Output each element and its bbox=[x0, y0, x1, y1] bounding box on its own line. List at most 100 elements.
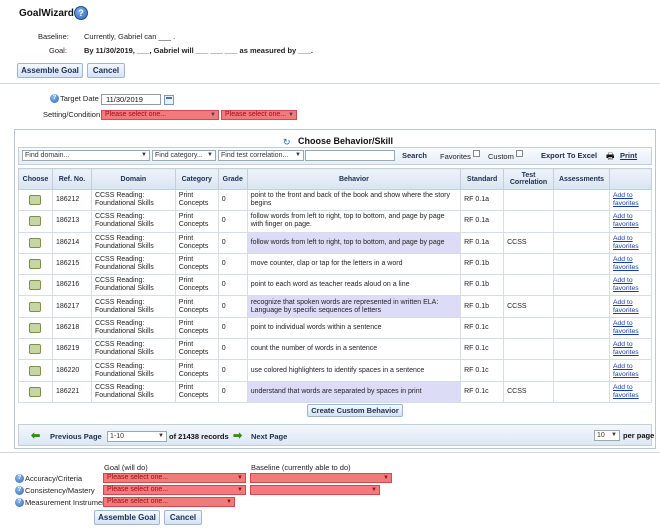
choose-hand-icon[interactable] bbox=[29, 301, 42, 312]
choose-cell[interactable] bbox=[18, 359, 53, 382]
choose-hand-icon[interactable] bbox=[29, 344, 42, 355]
add-to-favorites-link-text[interactable]: Add to favorites bbox=[613, 192, 639, 207]
column-header[interactable]: Category bbox=[174, 168, 219, 190]
column-header[interactable]: Behavior bbox=[246, 168, 462, 190]
accuracy-baseline-select[interactable]: ▼ bbox=[250, 473, 392, 483]
table-row[interactable]: 186216 CCSS Reading: Foundational Skills P… bbox=[18, 274, 653, 297]
setting-select-2[interactable]: Please select one... ▼ bbox=[221, 110, 297, 120]
ref-no-cell-text: 186216 bbox=[55, 281, 80, 289]
category-cell-text: Print Concepts bbox=[178, 383, 209, 399]
choose-hand-icon[interactable] bbox=[29, 195, 42, 206]
add-to-favorites-link[interactable]: Add to favorites bbox=[608, 316, 653, 340]
choose-cell[interactable] bbox=[18, 188, 53, 212]
custom-checkbox[interactable] bbox=[516, 150, 523, 157]
help-icon[interactable]: ? bbox=[50, 94, 59, 103]
favorites-checkbox[interactable] bbox=[473, 150, 480, 157]
table-row[interactable]: 186212 CCSS Reading: Foundational Skills P… bbox=[18, 188, 653, 212]
table-row[interactable]: 186220 CCSS Reading: Foundational Skills P… bbox=[18, 359, 653, 382]
column-header[interactable]: Ref. No. bbox=[51, 168, 92, 190]
previous-page-button[interactable]: Previous Page bbox=[50, 432, 102, 441]
add-to-favorites-link[interactable]: Add to favorites bbox=[608, 295, 653, 318]
add-to-favorites-link[interactable]: Add to favorites bbox=[608, 380, 653, 403]
choose-hand-icon[interactable] bbox=[29, 237, 42, 248]
add-to-favorites-link[interactable]: Add to favorites bbox=[608, 231, 653, 254]
page-range-select[interactable]: 1-10 ▼ bbox=[107, 431, 167, 442]
help-icon[interactable]: ? bbox=[15, 474, 24, 483]
consistency-baseline-select[interactable]: ▼ bbox=[250, 485, 380, 495]
arrow-right-icon[interactable]: ➡ bbox=[233, 429, 242, 442]
add-to-favorites-link[interactable]: Add to favorites bbox=[608, 338, 653, 361]
find-test-correlation-select[interactable]: Find test correlation... ▼ bbox=[218, 150, 304, 161]
arrow-left-icon[interactable]: ⬅ bbox=[31, 429, 40, 442]
add-to-favorites-link-text[interactable]: Add to favorites bbox=[613, 213, 639, 228]
choose-cell[interactable] bbox=[18, 295, 53, 318]
per-page-select[interactable]: 10 ▼ bbox=[594, 430, 620, 441]
table-row[interactable]: 186213 CCSS Reading: Foundational Skills P… bbox=[18, 210, 653, 233]
choose-cell[interactable] bbox=[18, 316, 53, 340]
column-header[interactable]: Grade bbox=[217, 168, 248, 190]
column-header[interactable]: Test Correlation bbox=[503, 168, 555, 190]
add-to-favorites-link-text[interactable]: Add to favorites bbox=[613, 299, 639, 314]
help-icon[interactable]: ? bbox=[74, 6, 88, 20]
choose-cell[interactable] bbox=[18, 380, 53, 403]
add-to-favorites-link-text[interactable]: Add to favorites bbox=[613, 363, 639, 378]
search-button[interactable]: Search bbox=[402, 151, 427, 160]
search-input[interactable] bbox=[305, 150, 395, 161]
choose-hand-icon[interactable] bbox=[29, 386, 42, 397]
table-row[interactable]: 186217 CCSS Reading: Foundational Skills P… bbox=[18, 295, 653, 318]
target-date-input[interactable]: 11/30/2019 bbox=[101, 94, 161, 105]
add-to-favorites-link-text[interactable]: Add to favorites bbox=[613, 277, 639, 292]
add-to-favorites-link-text[interactable]: Add to favorites bbox=[613, 256, 639, 271]
choose-hand-icon[interactable] bbox=[29, 280, 42, 291]
table-row[interactable]: 186215 CCSS Reading: Foundational Skills P… bbox=[18, 252, 653, 276]
add-to-favorites-link[interactable]: Add to favorites bbox=[608, 359, 653, 382]
add-to-favorites-link[interactable]: Add to favorites bbox=[608, 252, 653, 276]
create-custom-behavior-button[interactable]: Create Custom Behavior bbox=[307, 404, 403, 417]
test-correlation-cell bbox=[503, 188, 555, 212]
add-to-favorites-link[interactable]: Add to favorites bbox=[608, 210, 653, 233]
consistency-label: Consistency/Mastery bbox=[25, 486, 95, 495]
choose-cell[interactable] bbox=[18, 252, 53, 276]
add-to-favorites-link[interactable]: Add to favorites bbox=[608, 188, 653, 212]
add-to-favorites-link-text[interactable]: Add to favorites bbox=[613, 341, 639, 356]
category-cell-text: Print Concepts bbox=[178, 319, 209, 335]
accuracy-goal-select[interactable]: Please select one... ▼ bbox=[103, 473, 246, 483]
choose-hand-icon[interactable] bbox=[29, 322, 42, 333]
find-category-select[interactable]: Find category... ▼ bbox=[152, 150, 216, 161]
find-domain-select[interactable]: Find domain... ▼ bbox=[22, 150, 150, 161]
export-excel-button[interactable]: Export To Excel bbox=[541, 151, 597, 160]
choose-cell[interactable] bbox=[18, 231, 53, 254]
add-to-favorites-link-text[interactable]: Add to favorites bbox=[613, 235, 639, 250]
add-to-favorites-link-text[interactable]: Add to favorites bbox=[613, 384, 639, 399]
table-row[interactable]: 186218 CCSS Reading: Foundational Skills P… bbox=[18, 316, 653, 340]
choose-cell[interactable] bbox=[18, 338, 53, 361]
assemble-goal-button-top[interactable]: Assemble Goal bbox=[17, 63, 83, 78]
table-row[interactable]: 186214 CCSS Reading: Foundational Skills P… bbox=[18, 231, 653, 254]
table-row[interactable]: 186221 CCSS Reading: Foundational Skills P… bbox=[18, 380, 653, 403]
choose-hand-icon[interactable] bbox=[29, 365, 42, 376]
column-header[interactable]: Domain bbox=[90, 168, 176, 190]
cancel-button-top[interactable]: Cancel bbox=[87, 63, 125, 78]
setting-select-1[interactable]: Please select one... ▼ bbox=[101, 110, 219, 120]
calendar-icon[interactable] bbox=[164, 95, 174, 105]
help-icon[interactable]: ? bbox=[15, 498, 24, 507]
chevron-down-icon: ▼ bbox=[371, 487, 377, 493]
choose-cell[interactable] bbox=[18, 274, 53, 297]
choose-hand-icon[interactable] bbox=[29, 259, 42, 270]
measurement-goal-select[interactable]: Please select one... ▼ bbox=[103, 497, 235, 507]
table-row[interactable]: 186219 CCSS Reading: Foundational Skills P… bbox=[18, 338, 653, 361]
choose-hand-icon[interactable] bbox=[29, 216, 42, 227]
standard-cell: RF 0.1c bbox=[460, 316, 505, 340]
add-to-favorites-link[interactable]: Add to favorites bbox=[608, 274, 653, 297]
print-button[interactable]: Print bbox=[620, 151, 637, 160]
assemble-goal-button-bottom[interactable]: Assemble Goal bbox=[94, 510, 160, 525]
consistency-goal-select[interactable]: Please select one... ▼ bbox=[103, 485, 246, 495]
choose-cell[interactable] bbox=[18, 210, 53, 233]
help-icon[interactable]: ? bbox=[15, 486, 24, 495]
add-to-favorites-link-text[interactable]: Add to favorites bbox=[613, 320, 639, 335]
cancel-button-bottom[interactable]: Cancel bbox=[164, 510, 202, 525]
next-page-button[interactable]: Next Page bbox=[251, 432, 287, 441]
column-header[interactable]: Assessments bbox=[553, 168, 610, 190]
printer-icon[interactable]: 🖶 bbox=[606, 149, 615, 165]
column-header[interactable]: Standard bbox=[460, 168, 505, 190]
